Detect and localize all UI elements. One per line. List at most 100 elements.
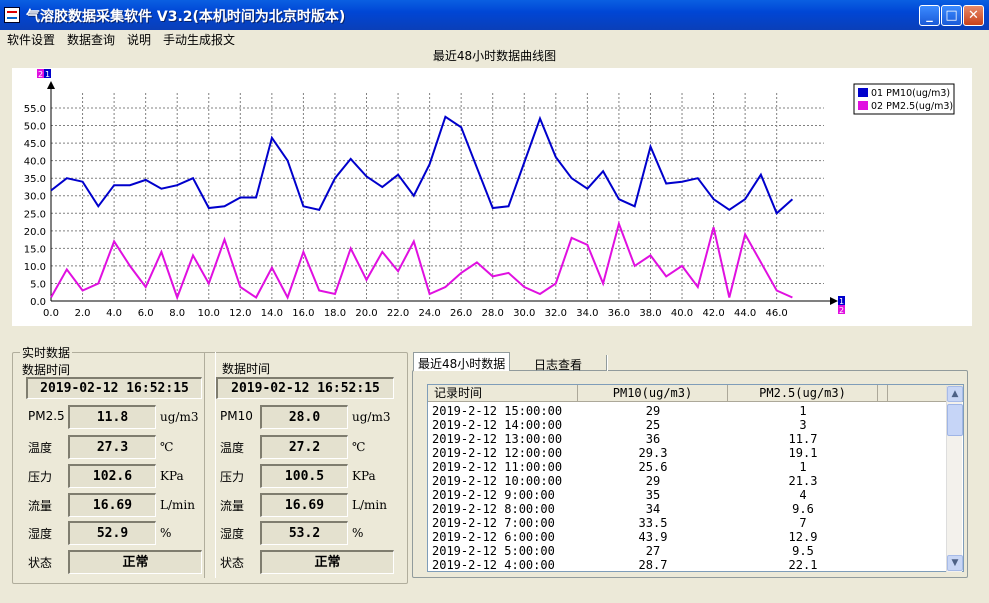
x-tick-label: 20.0	[355, 308, 377, 319]
close-button[interactable]: ✕	[963, 5, 984, 26]
y-tick-label: 45.0	[24, 139, 46, 150]
cell-pm25: 22.1	[788, 558, 818, 572]
left-field-label: 流量	[28, 499, 53, 513]
y-tick-label: 20.0	[24, 227, 46, 238]
table-row[interactable]: 2019-2-12 4:00:00 28.7 22.1	[428, 558, 948, 572]
column-header-time[interactable]: 记录时间	[428, 385, 578, 402]
table-row[interactable]: 2019-2-12 10:00:00 29 21.3	[428, 474, 948, 488]
left-field-unit: ℃	[160, 440, 174, 454]
cell-time: 2019-2-12 4:00:00	[432, 558, 555, 572]
cell-time: 2019-2-12 10:00:00	[432, 474, 563, 488]
scroll-down-icon[interactable]: ▼	[947, 555, 963, 571]
x-tick-label: 40.0	[671, 308, 693, 319]
marker-label: 1	[839, 297, 844, 306]
panel-divider	[204, 352, 216, 578]
menu-bar: 软件设置 数据查询 说明 手动生成报文	[0, 30, 989, 48]
x-tick-label: 36.0	[608, 308, 630, 319]
x-tick-label: 4.0	[106, 308, 122, 319]
menu-help[interactable]: 说明	[127, 31, 151, 48]
table-row[interactable]: 2019-2-12 9:00:00 35 4	[428, 488, 948, 502]
scroll-up-icon[interactable]: ▲	[947, 386, 963, 402]
left-field-label: PM2.5	[28, 409, 65, 423]
cell-pm25: 1	[799, 404, 807, 418]
y-tick-label: 0.0	[30, 297, 46, 308]
left-field-label: 湿度	[28, 527, 53, 541]
x-axis-arrow	[830, 297, 838, 305]
cell-time: 2019-2-12 15:00:00	[432, 404, 563, 418]
y-tick-label: 30.0	[24, 192, 46, 203]
x-tick-label: 22.0	[387, 308, 409, 319]
cell-pm10: 29	[645, 404, 661, 418]
cell-pm10: 34	[645, 502, 661, 516]
marker-label: 1	[45, 70, 50, 79]
left-field-value: 102.6	[68, 464, 156, 488]
cell-time: 2019-2-12 8:00:00	[432, 502, 555, 516]
table-row[interactable]: 2019-2-12 12:00:00 29.3 19.1	[428, 446, 948, 460]
right-field-label: 湿度	[220, 527, 245, 541]
table-row[interactable]: 2019-2-12 7:00:00 33.5 7	[428, 516, 948, 530]
cell-time: 2019-2-12 12:00:00	[432, 446, 563, 460]
x-tick-label: 26.0	[450, 308, 472, 319]
minimize-button[interactable]: _	[919, 5, 940, 26]
column-header-extra	[878, 385, 888, 402]
table-scrollbar[interactable]: ▲ ▼	[946, 386, 963, 572]
left-field-unit: %	[160, 526, 172, 540]
cell-pm25: 9.6	[792, 502, 814, 516]
table-row[interactable]: 2019-2-12 14:00:00 25 3	[428, 418, 948, 432]
realtime-group-label: 实时数据	[20, 344, 73, 361]
column-header-pm25[interactable]: PM2.5(ug/m3)	[728, 385, 878, 402]
table-row[interactable]: 2019-2-12 11:00:00 25.6 1	[428, 460, 948, 474]
table-row[interactable]: 2019-2-12 15:00:00 29 1	[428, 404, 948, 418]
table-row[interactable]: 2019-2-12 5:00:00 27 9.5	[428, 544, 948, 558]
scroll-thumb[interactable]	[947, 404, 963, 436]
data-table[interactable]: 记录时间 PM10(ug/m3) PM2.5(ug/m3) 2019-2-12 …	[427, 384, 964, 572]
cell-time: 2019-2-12 7:00:00	[432, 516, 555, 530]
right-field-value: 100.5	[260, 464, 348, 488]
right-field-unit: L/min	[352, 498, 387, 512]
legend-swatch	[858, 101, 868, 110]
right-field-value: 16.69	[260, 493, 348, 517]
left-field-label: 压力	[28, 470, 53, 484]
cell-pm25: 19.1	[788, 446, 818, 460]
cell-time: 2019-2-12 9:00:00	[432, 488, 555, 502]
x-tick-label: 46.0	[766, 308, 788, 319]
menu-settings[interactable]: 软件设置	[7, 31, 55, 48]
x-tick-label: 24.0	[418, 308, 440, 319]
right-time-value: 2019-02-12 16:52:15	[216, 377, 394, 399]
title-bar: 气溶胶数据采集软件 V3.2(本机时间为北京时版本) _ □ ✕	[0, 0, 989, 30]
cell-pm10: 43.9	[638, 530, 668, 544]
right-field-unit: ug/m3	[352, 410, 391, 424]
cell-pm10: 25	[645, 418, 661, 432]
right-field-label: 压力	[220, 470, 245, 484]
y-tick-label: 5.0	[30, 279, 46, 290]
column-header-pm10[interactable]: PM10(ug/m3)	[578, 385, 728, 402]
menu-data-query[interactable]: 数据查询	[67, 31, 115, 48]
series-line-1	[50, 115, 794, 215]
cell-pm25: 11.7	[788, 432, 818, 446]
legend-label: 02 PM2.5(ug/m3)	[871, 101, 953, 112]
left-field-unit: L/min	[160, 498, 195, 512]
table-row[interactable]: 2019-2-12 13:00:00 36 11.7	[428, 432, 948, 446]
table-row[interactable]: 2019-2-12 8:00:00 34 9.6	[428, 502, 948, 516]
y-tick-label: 40.0	[24, 157, 46, 168]
cell-pm25: 7	[799, 516, 807, 530]
x-tick-label: 14.0	[261, 308, 283, 319]
y-tick-label: 25.0	[24, 209, 46, 220]
marker-label: 2	[38, 70, 43, 79]
x-tick-label: 28.0	[482, 308, 504, 319]
cell-pm25: 21.3	[788, 474, 818, 488]
menu-manual-report[interactable]: 手动生成报文	[163, 31, 235, 48]
table-row[interactable]: 2019-2-12 6:00:00 43.9 12.9	[428, 530, 948, 544]
x-tick-label: 42.0	[702, 308, 724, 319]
cell-time: 2019-2-12 5:00:00	[432, 544, 555, 558]
x-tick-label: 34.0	[576, 308, 598, 319]
cell-pm25: 9.5	[792, 544, 814, 558]
x-tick-label: 0.0	[43, 308, 59, 319]
tab-log-view[interactable]: 日志查看	[534, 356, 582, 373]
y-tick-label: 50.0	[24, 122, 46, 133]
x-tick-label: 18.0	[324, 308, 346, 319]
maximize-button[interactable]: □	[941, 5, 962, 26]
cell-pm10: 29	[645, 474, 661, 488]
x-tick-label: 10.0	[198, 308, 220, 319]
tab-48h-data[interactable]: 最近48小时数据	[413, 352, 511, 371]
